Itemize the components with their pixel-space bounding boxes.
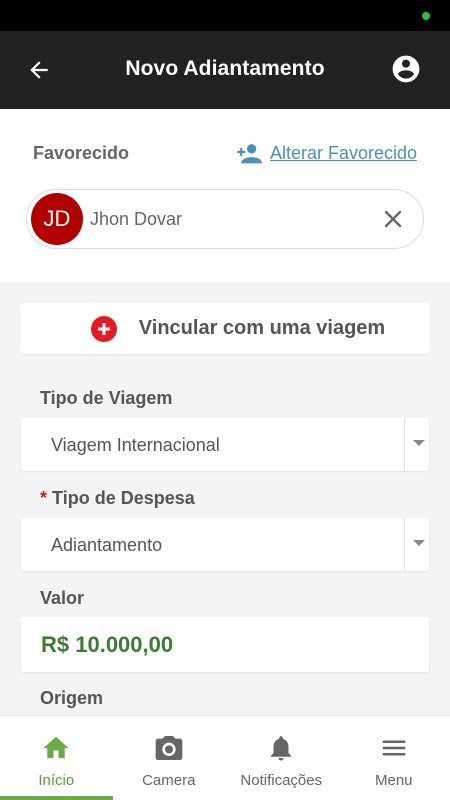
account-circle-icon	[392, 55, 420, 83]
alterar-favorecido-label: Alterar Favorecido	[269, 142, 417, 163]
favorecido-label: Favorecido	[33, 143, 130, 163]
status-bar	[0, 0, 450, 31]
tipo-despesa-value: Adiantamento	[51, 535, 163, 555]
remove-favorecido-button[interactable]	[381, 207, 405, 231]
home-icon	[40, 732, 72, 764]
origem-label: Origem	[40, 688, 104, 708]
notification-led-icon	[422, 12, 430, 20]
camera-icon	[153, 732, 185, 764]
favorecido-name: Jhon Dovar	[90, 209, 183, 229]
page-title: Novo Adiantamento	[125, 57, 325, 80]
nav-item-camera[interactable]: Camera	[113, 716, 226, 800]
caret-down-icon	[413, 440, 425, 446]
nav-label-inicio: Início	[38, 772, 75, 789]
favorecido-chip: JD Jhon Dovar	[26, 189, 424, 249]
bottom-nav: Início Camera Notificações Menu	[0, 715, 450, 800]
nav-item-menu[interactable]: Menu	[338, 716, 450, 800]
tipo-viagem-select[interactable]: Viagem Internacional	[21, 418, 429, 471]
required-marker: *	[40, 488, 48, 508]
select-divider	[404, 518, 405, 571]
profile-button[interactable]	[390, 53, 422, 85]
menu-icon	[378, 732, 410, 764]
nav-item-notificacoes[interactable]: Notificações	[225, 716, 338, 800]
nav-label-camera: Camera	[142, 772, 196, 789]
close-icon	[384, 210, 402, 228]
tipo-despesa-label: * Tipo de Despesa	[40, 488, 195, 509]
nav-label-menu: Menu	[374, 772, 413, 789]
favorecido-section: Favorecido Alterar Favorecido JD Jhon Do…	[0, 109, 450, 282]
avatar: JD	[31, 193, 83, 245]
valor-value: R$ 10.000,00	[41, 632, 174, 657]
nav-item-inicio[interactable]: Início	[0, 716, 113, 800]
vincular-viagem-button[interactable]: Vincular com uma viagem	[20, 303, 430, 354]
valor-label: Valor	[40, 588, 85, 608]
alterar-favorecido-link[interactable]: Alterar Favorecido	[235, 142, 417, 164]
bell-icon	[265, 732, 297, 764]
tipo-viagem-label: Tipo de Viagem	[40, 388, 173, 408]
tipo-viagem-value: Viagem Internacional	[51, 435, 220, 455]
tipo-despesa-select[interactable]: Adiantamento	[21, 518, 429, 571]
valor-input[interactable]: R$ 10.000,00	[21, 617, 429, 672]
person-add-icon	[237, 144, 262, 164]
select-divider	[404, 418, 405, 471]
vincular-viagem-label: Vincular com uma viagem	[138, 317, 386, 339]
nav-label-notificacoes: Notificações	[240, 772, 323, 789]
active-tab-indicator	[0, 796, 113, 800]
tipo-despesa-label-text: Tipo de Despesa	[52, 488, 195, 508]
app-header: Novo Adiantamento	[0, 31, 450, 109]
caret-down-icon	[413, 540, 425, 546]
add-circle-icon	[90, 315, 117, 342]
